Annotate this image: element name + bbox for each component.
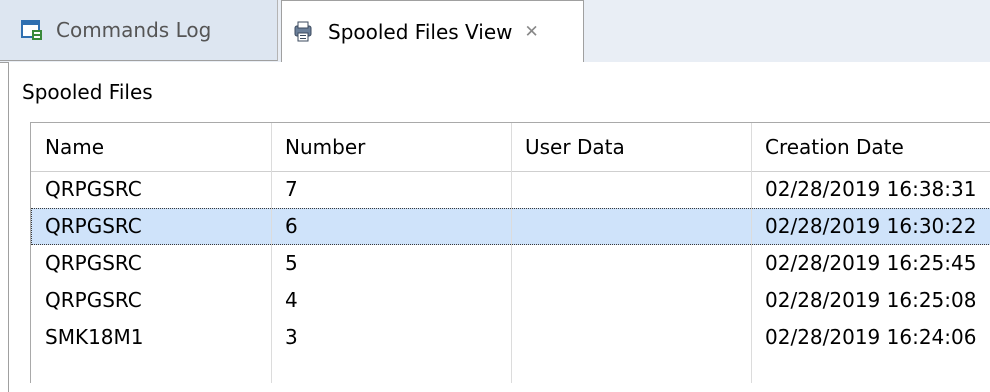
cell-name: QRPGSRC (45, 251, 142, 275)
cell-creation-date: 02/28/2019 16:30:22 (765, 214, 977, 238)
column-header-creation-date[interactable]: Creation Date (751, 123, 990, 171)
cell-user-data (511, 282, 751, 319)
column-header-user-data[interactable]: User Data (511, 123, 751, 171)
cell-name: QRPGSRC (45, 177, 142, 201)
tab-label: Commands Log (56, 18, 212, 42)
cell-user-data (511, 208, 751, 245)
cell-user-data (511, 245, 751, 282)
cell-creation-date: 02/28/2019 16:25:45 (765, 251, 977, 275)
tab-bar: Commands Log Spooled Files View ✕ (0, 0, 990, 63)
spooled-files-table: Name Number User Data Creation Date QRPG… (30, 122, 990, 383)
tab-spooled-files-view[interactable]: Spooled Files View ✕ (281, 0, 584, 63)
section-title: Spooled Files (22, 80, 153, 104)
column-separator (511, 123, 512, 383)
column-header-name[interactable]: Name (31, 123, 271, 171)
cell-name: QRPGSRC (45, 214, 142, 238)
cell-user-data (511, 319, 751, 356)
tab-label: Spooled Files View (328, 20, 513, 44)
cell-number: 5 (285, 251, 298, 275)
cell-number: 4 (285, 288, 298, 312)
column-separator (271, 123, 272, 383)
commands-log-icon (20, 18, 44, 42)
close-icon[interactable]: ✕ (524, 22, 538, 42)
tab-commands-log[interactable]: Commands Log (0, 0, 278, 61)
cell-creation-date: 02/28/2019 16:25:08 (765, 288, 977, 312)
cell-creation-date: 02/28/2019 16:24:06 (765, 325, 977, 349)
cell-number: 6 (285, 214, 298, 238)
column-header-number[interactable]: Number (271, 123, 511, 171)
spooled-files-icon (292, 20, 316, 44)
cell-name: SMK18M1 (45, 325, 144, 349)
column-separator (751, 123, 752, 383)
cell-user-data (511, 171, 751, 208)
cell-creation-date: 02/28/2019 16:38:31 (765, 177, 977, 201)
cell-name: QRPGSRC (45, 288, 142, 312)
cell-number: 7 (285, 177, 298, 201)
cell-number: 3 (285, 325, 298, 349)
